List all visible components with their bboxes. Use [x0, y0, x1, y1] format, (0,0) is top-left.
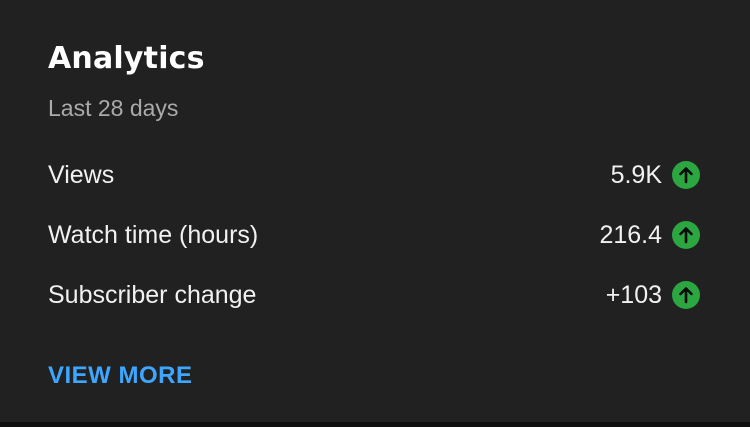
arrow-up-circle-icon [672, 161, 700, 189]
metric-row-subscriber-change: Subscriber change +103 [48, 278, 700, 312]
metric-value: +103 [605, 280, 662, 309]
date-range-label: Last 28 days [48, 95, 179, 121]
metric-value-group: +103 [606, 281, 700, 310]
card-title: Analytics [48, 41, 205, 76]
card-bottom-divider [0, 422, 750, 427]
metric-value-group: 216.4 [599, 221, 700, 250]
arrow-up-circle-icon [672, 221, 700, 249]
metric-value: 5.9K [610, 160, 662, 189]
view-more-button[interactable]: VIEW MORE [48, 361, 193, 391]
analytics-card: Analytics Last 28 days Views 5.9K Watch … [0, 0, 750, 422]
metric-row-views: Views 5.9K [48, 158, 700, 192]
metric-label: Subscriber change [48, 280, 257, 309]
metric-value: 216.4 [599, 220, 662, 249]
metric-value-group: 5.9K [611, 161, 700, 190]
metric-label: Views [48, 160, 115, 189]
metric-row-watch-time: Watch time (hours) 216.4 [48, 218, 700, 252]
metric-label: Watch time (hours) [48, 220, 259, 249]
arrow-up-circle-icon [672, 281, 700, 309]
